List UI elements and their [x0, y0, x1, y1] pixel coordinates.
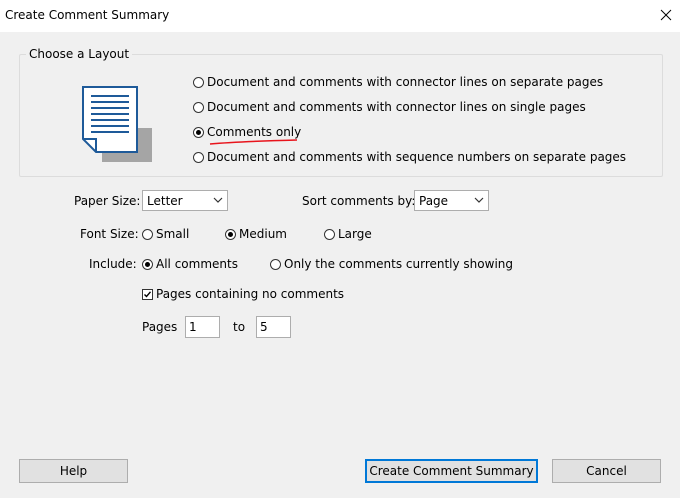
radio-button-selected: [142, 258, 153, 270]
cancel-button[interactable]: Cancel: [552, 459, 661, 483]
pages-to-value: 5: [260, 320, 268, 334]
layout-option-label: Document and comments with sequence numb…: [207, 150, 627, 164]
radio-button-selected: [225, 228, 236, 240]
radio-button: [270, 258, 281, 270]
close-button[interactable]: [652, 4, 680, 26]
include-option-label: Only the comments currently showing: [284, 257, 513, 271]
paper-size-label: Paper Size:: [74, 194, 141, 208]
dialog-body: Choose a Layout Document and comments wi…: [0, 32, 680, 498]
checkbox-box: [142, 288, 153, 300]
pages-to-label: to: [233, 320, 246, 334]
document-layout-icon: [82, 86, 152, 162]
include-showing-comments[interactable]: Only the comments currently showing: [270, 257, 513, 271]
include-label: Include:: [89, 257, 137, 271]
layout-option-label: Comments only: [207, 125, 302, 139]
sort-value: Page: [419, 194, 449, 208]
radio-button-selected: [193, 126, 204, 138]
close-icon: [660, 9, 672, 21]
no-comment-pages-checkbox[interactable]: Pages containing no comments: [142, 287, 344, 301]
title-bar: Create Comment Summary: [0, 0, 680, 32]
red-underline-annotation: [209, 139, 298, 145]
font-size-option-label: Medium: [239, 227, 287, 241]
radio-button: [142, 228, 153, 240]
radio-button: [193, 76, 204, 88]
no-comment-pages-label: Pages containing no comments: [156, 287, 345, 301]
font-size-label: Font Size:: [80, 227, 139, 241]
pages-from-input[interactable]: 1: [185, 316, 220, 338]
paper-size-select[interactable]: Letter: [142, 190, 228, 211]
include-all-comments[interactable]: All comments: [142, 257, 238, 271]
layout-option-sequence-numbers[interactable]: Document and comments with sequence numb…: [193, 150, 626, 164]
window-title: Create Comment Summary: [5, 8, 170, 22]
layout-option-comments-only[interactable]: Comments only: [193, 125, 301, 139]
font-size-option-label: Large: [338, 227, 372, 241]
paper-size-value: Letter: [147, 194, 183, 208]
layout-option-connector-single[interactable]: Document and comments with connector lin…: [193, 100, 586, 114]
sort-select[interactable]: Page: [414, 190, 489, 211]
pages-label: Pages: [142, 320, 178, 334]
chevron-down-icon: [213, 197, 223, 203]
radio-button: [324, 228, 335, 240]
include-option-label: All comments: [156, 257, 238, 271]
pages-to-input[interactable]: 5: [256, 316, 291, 338]
font-size-small[interactable]: Small: [142, 227, 189, 241]
radio-button: [193, 151, 204, 163]
layout-group-legend: Choose a Layout: [26, 47, 133, 61]
font-size-large[interactable]: Large: [324, 227, 372, 241]
checkmark-icon: [144, 290, 152, 298]
layout-option-label: Document and comments with connector lin…: [207, 100, 586, 114]
font-size-medium[interactable]: Medium: [225, 227, 287, 241]
layout-option-connector-separate[interactable]: Document and comments with connector lin…: [193, 75, 603, 89]
layout-option-label: Document and comments with connector lin…: [207, 75, 604, 89]
sort-label: Sort comments by:: [302, 194, 416, 208]
chevron-down-icon: [474, 197, 484, 203]
help-button[interactable]: Help: [19, 459, 128, 483]
pages-from-value: 1: [189, 320, 197, 334]
font-size-option-label: Small: [156, 227, 190, 241]
create-comment-summary-button[interactable]: Create Comment Summary: [365, 459, 538, 483]
radio-button: [193, 101, 204, 113]
